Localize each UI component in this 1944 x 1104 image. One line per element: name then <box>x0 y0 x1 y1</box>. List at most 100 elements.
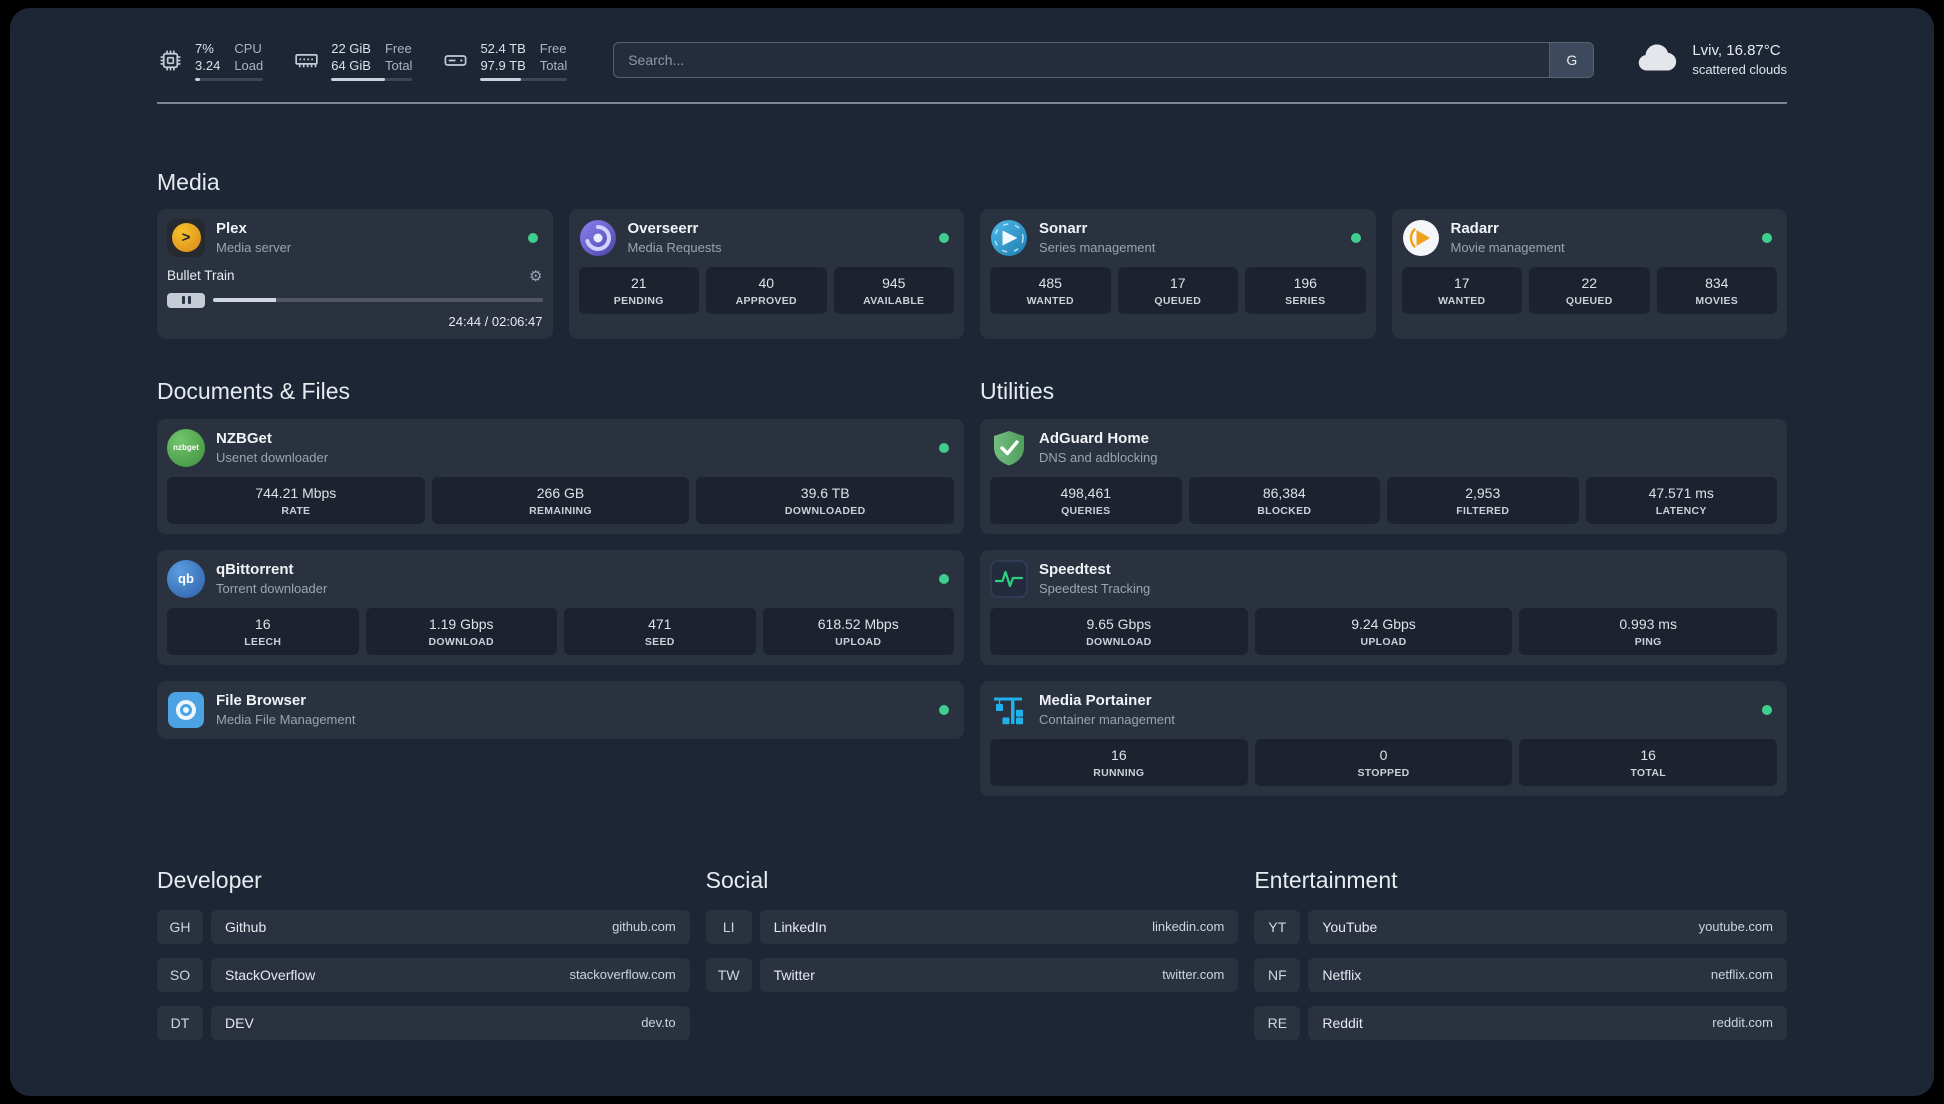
card-sonarr[interactable]: Sonarr Series management 485 WANTED 17 Q… <box>980 208 1376 339</box>
bookmark-stackoverflow[interactable]: SO StackOverflow stackoverflow.com <box>157 957 690 992</box>
stat-label: UPLOAD <box>1360 635 1407 648</box>
stat-tile: 22 QUEUED <box>1529 266 1650 314</box>
section-title-entertainment: Entertainment <box>1254 866 1398 893</box>
section-title-developer: Developer <box>157 866 262 893</box>
disk-total-label: Total <box>539 57 568 73</box>
app-subtitle: Speedtest Tracking <box>1039 581 1151 596</box>
stat-tile: 40 APPROVED <box>706 266 827 314</box>
card-overseerr[interactable]: Overseerr Media Requests 21 PENDING 40 A… <box>568 208 964 339</box>
bookmark-abbr: NF <box>1254 957 1301 992</box>
playback-progress-bar[interactable] <box>213 298 543 302</box>
stat-tile: 21 PENDING <box>578 266 699 314</box>
card-portainer[interactable]: Media Portainer Container management 16 … <box>980 680 1787 796</box>
stat-tile: 16 TOTAL <box>1519 738 1778 786</box>
card-adguard[interactable]: AdGuard Home DNS and adblocking 498,461 … <box>980 418 1787 534</box>
stat-tile: 266 GB REMAINING <box>431 476 690 524</box>
dashboard-screen: 7% 3.24 CPU Load 22 GiB 64 GiB Free Tota… <box>10 8 1934 1096</box>
bookmark-abbr: LI <box>705 909 752 944</box>
stat-value: 21 <box>630 274 647 291</box>
nzbget-icon: nzbget <box>167 428 205 467</box>
documents-column: Documents & Files nzbget NZBGet Usenet d… <box>157 339 964 739</box>
disk-free-label: Free <box>539 40 567 56</box>
stat-label: MOVIES <box>1695 294 1739 307</box>
stat-label: WANTED <box>1026 294 1074 307</box>
card-radarr[interactable]: Radarr Movie management 17 WANTED 22 QUE… <box>1391 208 1787 339</box>
card-qbittorrent[interactable]: qb qBittorrent Torrent downloader 16 LEE… <box>157 549 964 665</box>
weather-widget: Lviv, 16.87°C scattered clouds <box>1634 35 1787 86</box>
pause-button[interactable] <box>167 292 205 308</box>
search-bar[interactable]: G <box>613 42 1595 78</box>
stat-tile: 17 QUEUED <box>1117 266 1238 314</box>
disk-total-value: 97.9 TB <box>480 57 526 73</box>
bookmark-linkedin[interactable]: LI LinkedIn linkedin.com <box>705 909 1239 944</box>
memory-total-value: 64 GiB <box>331 57 371 73</box>
stat-label: DOWNLOAD <box>428 635 494 648</box>
speedtest-icon <box>990 559 1028 598</box>
bookmark-twitter[interactable]: TW Twitter twitter.com <box>705 957 1239 992</box>
card-plex[interactable]: > Plex Media server Bullet Train ⚙ 24:44… <box>157 208 553 339</box>
app-name: Radarr <box>1450 220 1499 237</box>
app-subtitle: Media File Management <box>216 712 356 727</box>
topbar: 7% 3.24 CPU Load 22 GiB 64 GiB Free Tota… <box>157 32 1787 88</box>
bookmark-netflix[interactable]: NF Netflix netflix.com <box>1254 957 1787 992</box>
now-playing-title: Bullet Train <box>167 268 235 283</box>
stat-tile: 2,953 FILTERED <box>1387 476 1579 524</box>
status-dot <box>939 232 949 243</box>
stat-tile: 618.52 Mbps UPLOAD <box>762 607 954 655</box>
section-title-media: Media <box>157 168 220 195</box>
stat-tile: 86,384 BLOCKED <box>1188 476 1380 524</box>
bookmark-groups: Developer GH Github github.com SO StackO… <box>157 866 1787 1040</box>
stat-value: 17 <box>1169 274 1186 291</box>
app-subtitle: Media Requests <box>627 240 722 255</box>
status-dot <box>939 704 949 715</box>
stat-tile: 9.65 Gbps DOWNLOAD <box>990 607 1248 655</box>
stat-label: REMAINING <box>529 504 592 517</box>
bookmark-abbr: GH <box>157 909 203 944</box>
search-provider-button[interactable]: G <box>1549 43 1594 77</box>
stat-value: 0 <box>1379 746 1388 763</box>
overseerr-icon <box>579 219 617 257</box>
stat-label: TOTAL <box>1630 766 1666 779</box>
stat-label: DOWNLOAD <box>1086 635 1152 648</box>
app-name: NZBGet <box>216 430 272 447</box>
app-subtitle: Usenet downloader <box>216 450 329 465</box>
bookmark-name: StackOverflow <box>225 966 316 983</box>
stat-tile: 47.571 ms LATENCY <box>1585 476 1777 524</box>
stat-label: QUEUED <box>1565 294 1613 307</box>
cpu-load-label: Load <box>234 57 264 73</box>
stat-tile: 0.993 ms PING <box>1519 607 1778 655</box>
bookmark-dev[interactable]: DT DEV dev.to <box>157 1005 690 1040</box>
pause-icon <box>181 296 185 304</box>
app-name: File Browser <box>216 692 307 709</box>
card-filebrowser[interactable]: File Browser Media File Management <box>157 680 964 739</box>
card-nzbget[interactable]: nzbget NZBGet Usenet downloader 744.21 M… <box>157 418 964 534</box>
stat-label: WANTED <box>1438 294 1486 307</box>
disk-free-value: 52.4 TB <box>480 40 526 56</box>
stat-value: 9.65 Gbps <box>1086 615 1152 632</box>
stat-value: 0.993 ms <box>1619 615 1677 632</box>
playback-time: 24:44 / 02:06:47 <box>448 313 543 329</box>
stat-label: STOPPED <box>1357 766 1410 779</box>
bookmark-github[interactable]: GH Github github.com <box>157 909 690 944</box>
section-title-social: Social <box>705 866 769 893</box>
stat-tile: 485 WANTED <box>990 266 1111 314</box>
status-dot <box>939 573 949 584</box>
status-dot <box>1762 704 1772 715</box>
stat-label: LATENCY <box>1655 504 1707 517</box>
gear-icon[interactable]: ⚙ <box>529 267 542 285</box>
sonarr-icon <box>990 219 1028 257</box>
stat-label: PENDING <box>613 294 664 307</box>
cpu-label: CPU <box>234 40 262 56</box>
bookmark-domain: twitter.com <box>1162 967 1225 982</box>
bookmark-name: YouTube <box>1322 918 1378 935</box>
bookmark-reddit[interactable]: RE Reddit reddit.com <box>1254 1005 1787 1040</box>
stat-value: 834 <box>1705 274 1729 291</box>
bookmark-group-developer: Developer GH Github github.com SO StackO… <box>157 866 690 1040</box>
bookmark-group-social: Social LI LinkedIn linkedin.com TW Twitt… <box>705 866 1239 1040</box>
search-input[interactable] <box>614 43 1550 77</box>
card-speedtest[interactable]: Speedtest Speedtest Tracking 9.65 Gbps D… <box>980 549 1787 665</box>
memory-usage-bar-fill <box>331 77 385 81</box>
status-dot <box>1762 232 1772 243</box>
adguard-icon <box>990 429 1028 467</box>
bookmark-youtube[interactable]: YT YouTube youtube.com <box>1254 909 1787 944</box>
